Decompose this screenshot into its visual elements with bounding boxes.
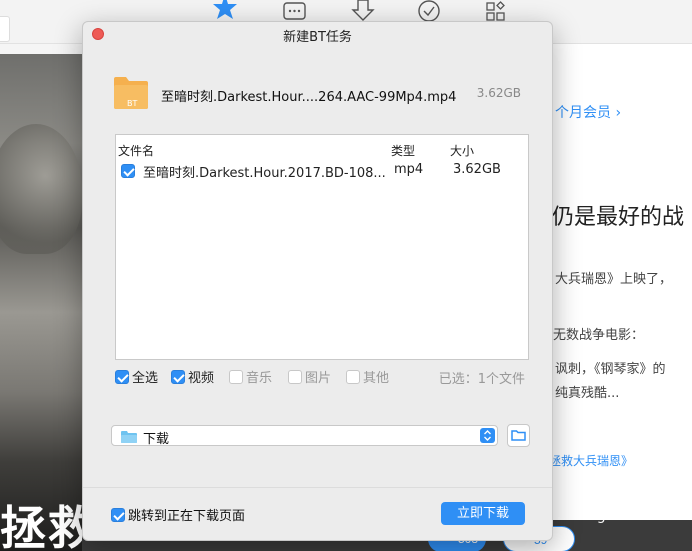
type-filters: 全选 视频 音乐 图片 其他 已选：1个文件 [115,367,531,387]
poster-soldier-image [0,124,82,254]
browse-folder-button[interactable] [507,424,530,447]
file-row[interactable]: 至暗时刻.Darkest.Hour.2017.BD-108... mp4 3.6… [116,159,528,181]
chevron-updown-icon[interactable] [480,428,495,443]
filter-music[interactable]: 音乐 [229,367,272,386]
file-list[interactable]: 文件名 类型 大小 至暗时刻.Darkest.Hour.2017.BD-108.… [115,134,529,360]
music-checkbox[interactable] [229,369,243,384]
torrent-name: 至暗时刻.Darkest.Hour....264.AAC-99Mp4.mp4 [161,90,457,105]
new-bt-task-dialog: 新建BT任务 BT 至暗时刻.Darkest.Hour....264.AAC-9… [82,21,553,541]
image-checkbox[interactable] [288,369,302,384]
filter-label: 全选 [132,371,159,386]
folder-icon [121,430,137,443]
dialog-titlebar[interactable]: 新建BT任务 [83,22,552,46]
file-size: 3.62GB [453,162,501,177]
article-link[interactable]: 拯救大兵瑞恩》 [549,452,633,469]
membership-link[interactable]: 个月会员 › [555,102,621,122]
save-location-select[interactable]: 下载 [111,425,498,447]
watermark-brand: 搜狗指南 [549,476,645,504]
file-checkbox[interactable] [121,163,135,178]
column-name[interactable]: 文件名 [118,142,154,159]
footer-divider [83,487,552,488]
selected-count: 已选：1个文件 [438,372,525,387]
other-checkbox[interactable] [346,369,360,384]
filter-label: 视频 [188,371,215,386]
column-type[interactable]: 类型 [391,142,415,159]
filter-label: 音乐 [246,371,273,386]
filter-label: 其他 [363,371,390,386]
file-name: 至暗时刻.Darkest.Hour.2017.BD-108... [143,166,386,181]
left-tab[interactable] [0,16,10,42]
filter-image[interactable]: 图片 [288,367,331,386]
jump-checkbox[interactable] [111,507,125,522]
torrent-size: 3.62GB [476,86,521,100]
bt-folder-icon: BT [113,76,149,110]
jump-label: 跳转到正在下载页面 [128,509,246,524]
column-size[interactable]: 大小 [450,142,474,159]
torrent-summary: BT 至暗时刻.Darkest.Hour....264.AAC-99Mp4.mp… [113,74,533,114]
movie-poster [0,54,82,551]
article-line: 无数战争电影： [553,328,645,343]
select-all-checkbox[interactable] [115,369,129,384]
filter-video[interactable]: 视频 [171,367,214,386]
svg-text:BT: BT [127,99,137,108]
file-list-header: 文件名 类型 大小 [116,135,528,159]
dialog-title: 新建BT任务 [283,30,352,45]
file-type: mp4 [394,162,424,177]
article-line: 讽刺，《钢琴家》的 [555,362,666,377]
filter-other[interactable]: 其他 [346,367,389,386]
filter-select-all[interactable]: 全选 [115,367,158,386]
article-line: 纯真残酷... [555,386,620,401]
video-checkbox[interactable] [171,369,185,384]
jump-to-downloading-option[interactable]: 跳转到正在下载页面 [111,505,245,524]
folder-open-icon [511,430,526,441]
filter-label: 图片 [305,371,332,386]
article-heading: 仍是最好的战 [552,205,685,230]
download-now-button[interactable]: 立即下载 [441,502,525,525]
save-location-value: 下载 [143,432,170,447]
article-line: 大兵瑞恩》上映了， [555,272,673,287]
